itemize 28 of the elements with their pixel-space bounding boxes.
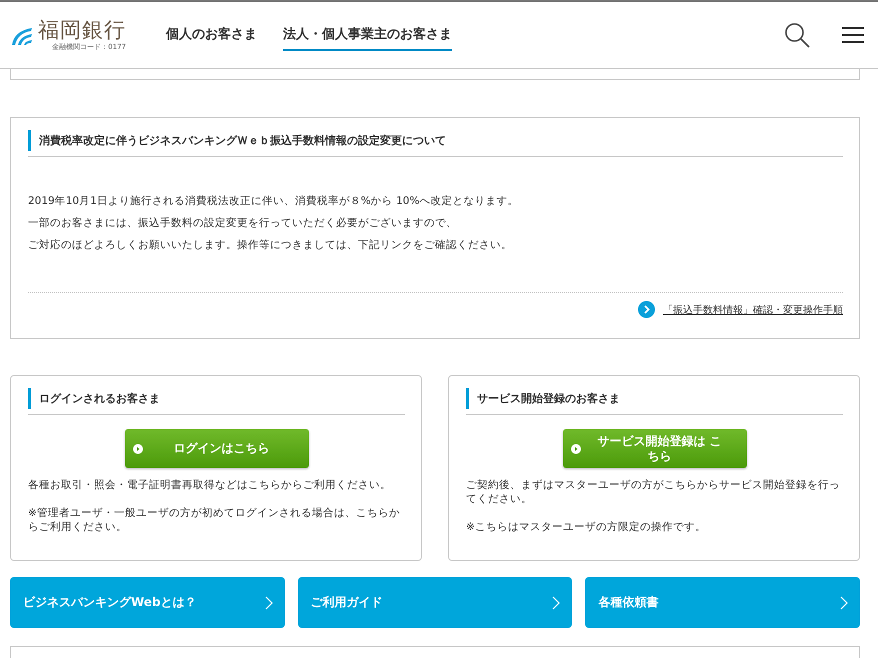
chevron-icon — [840, 596, 848, 610]
notice-text: 2019年10月1日より施行される消費税法改正に伴い、消費税率が８%から 10%へ改定となります。 — [28, 194, 520, 209]
chevron-circle-icon — [638, 301, 655, 318]
procedure-link[interactable]: 「振込手数料情報」確認・変更操作手順 — [663, 302, 843, 316]
notice-text: ご対応のほどよろしくお願いいたします。操作等につきましては、下記リンクをご確認ください。 — [28, 238, 513, 253]
action-button[interactable]: ログインはこちら — [124, 429, 308, 468]
menu-button[interactable]: ご利用ガイド — [298, 577, 572, 628]
notice-title: 消費税率改定に伴うビジネスバンキングＷｅｂ振込手数料情報の設定変更について — [28, 130, 843, 151]
logo-name: 福岡銀行 — [38, 18, 126, 42]
card-title: サービス開始登録のお客さま — [466, 388, 843, 409]
chevron-icon — [552, 596, 560, 610]
menu-icon[interactable] — [842, 26, 864, 44]
search-icon[interactable] — [784, 22, 810, 48]
chevron-icon — [264, 596, 273, 610]
menu-button[interactable]: ビジネスバンキングWebとは？ — [10, 577, 285, 628]
notice-text: 一部のお客さまには、振込手数料の設定変更を行っていただく必要がございますので、 — [28, 216, 458, 231]
card-title: ログインされるお客さま — [28, 388, 405, 409]
card-note: ※こちらはマスターユーザの方限定の操作です。 — [466, 520, 707, 534]
nav-tab[interactable]: 法人・個人事業主のお客さま — [283, 19, 452, 51]
nav-tab[interactable]: 個人のお客さま — [166, 19, 257, 51]
play-circle-icon — [570, 444, 580, 454]
logo-icon — [10, 25, 34, 45]
menu-button[interactable]: 各種依頼書 — [585, 577, 860, 628]
action-button[interactable]: サービス開始登録は こちら — [562, 429, 746, 468]
play-circle-icon — [132, 444, 142, 454]
card-note: ※管理者ユーザ・一般ユーザの方が初めてログインされる場合は、こちらからご利用ください。 — [28, 506, 401, 534]
card-note: ご契約後、まずはマスターユーザの方がこちらからサービス開始登録を行ってください。 — [466, 478, 841, 506]
card-note: 各種お取引・照会・電子証明書再取得などはこちらからご利用ください。 — [28, 478, 392, 492]
